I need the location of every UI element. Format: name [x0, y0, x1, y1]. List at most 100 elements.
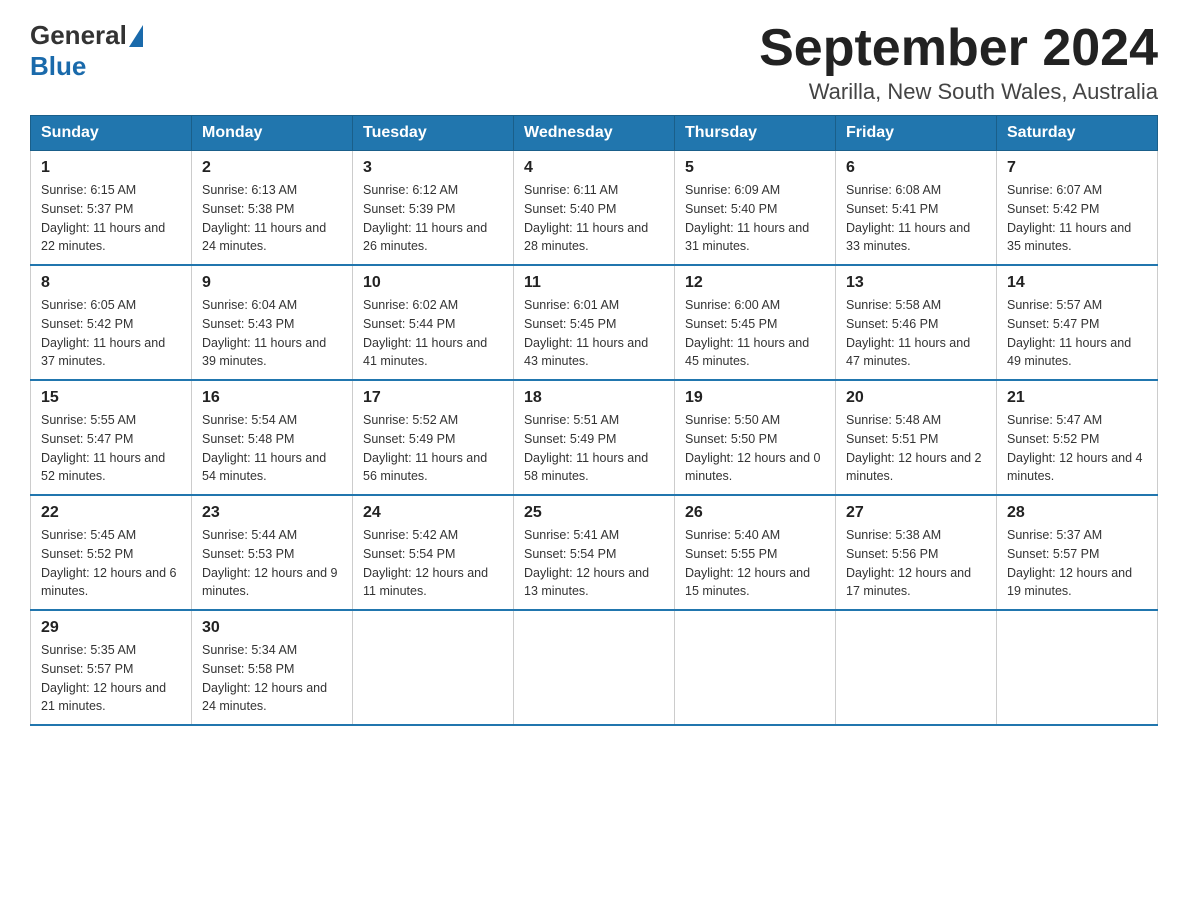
day-info: Sunrise: 6:07 AMSunset: 5:42 PMDaylight:…: [1007, 183, 1131, 253]
day-number: 4: [524, 159, 664, 177]
calendar-cell: [514, 610, 675, 725]
calendar-cell: 6 Sunrise: 6:08 AMSunset: 5:41 PMDayligh…: [836, 151, 997, 266]
day-number: 5: [685, 159, 825, 177]
day-info: Sunrise: 6:05 AMSunset: 5:42 PMDaylight:…: [41, 298, 165, 368]
day-info: Sunrise: 6:15 AMSunset: 5:37 PMDaylight:…: [41, 183, 165, 253]
calendar-cell: 25 Sunrise: 5:41 AMSunset: 5:54 PMDaylig…: [514, 495, 675, 610]
calendar-cell: 23 Sunrise: 5:44 AMSunset: 5:53 PMDaylig…: [192, 495, 353, 610]
day-info: Sunrise: 5:57 AMSunset: 5:47 PMDaylight:…: [1007, 298, 1131, 368]
day-header-thursday: Thursday: [675, 116, 836, 151]
day-info: Sunrise: 5:55 AMSunset: 5:47 PMDaylight:…: [41, 413, 165, 483]
day-info: Sunrise: 5:51 AMSunset: 5:49 PMDaylight:…: [524, 413, 648, 483]
logo-area: General Blue: [30, 20, 143, 82]
calendar-cell: 29 Sunrise: 5:35 AMSunset: 5:57 PMDaylig…: [31, 610, 192, 725]
day-number: 13: [846, 274, 986, 292]
calendar-cell: 2 Sunrise: 6:13 AMSunset: 5:38 PMDayligh…: [192, 151, 353, 266]
calendar-cell: 7 Sunrise: 6:07 AMSunset: 5:42 PMDayligh…: [997, 151, 1158, 266]
calendar-cell: 5 Sunrise: 6:09 AMSunset: 5:40 PMDayligh…: [675, 151, 836, 266]
day-number: 12: [685, 274, 825, 292]
day-number: 15: [41, 389, 181, 407]
page-header: General Blue September 2024 Warilla, New…: [30, 20, 1158, 105]
day-number: 21: [1007, 389, 1147, 407]
calendar-cell: 11 Sunrise: 6:01 AMSunset: 5:45 PMDaylig…: [514, 265, 675, 380]
day-number: 22: [41, 504, 181, 522]
day-number: 28: [1007, 504, 1147, 522]
day-info: Sunrise: 5:35 AMSunset: 5:57 PMDaylight:…: [41, 643, 166, 713]
day-number: 30: [202, 619, 342, 637]
calendar-cell: [675, 610, 836, 725]
calendar-body: 1 Sunrise: 6:15 AMSunset: 5:37 PMDayligh…: [31, 151, 1158, 726]
day-info: Sunrise: 5:52 AMSunset: 5:49 PMDaylight:…: [363, 413, 487, 483]
day-number: 25: [524, 504, 664, 522]
day-number: 27: [846, 504, 986, 522]
calendar-cell: 8 Sunrise: 6:05 AMSunset: 5:42 PMDayligh…: [31, 265, 192, 380]
calendar-table: SundayMondayTuesdayWednesdayThursdayFrid…: [30, 115, 1158, 726]
calendar-cell: 12 Sunrise: 6:00 AMSunset: 5:45 PMDaylig…: [675, 265, 836, 380]
day-number: 6: [846, 159, 986, 177]
calendar-cell: 10 Sunrise: 6:02 AMSunset: 5:44 PMDaylig…: [353, 265, 514, 380]
calendar-cell: 3 Sunrise: 6:12 AMSunset: 5:39 PMDayligh…: [353, 151, 514, 266]
day-header-sunday: Sunday: [31, 116, 192, 151]
day-info: Sunrise: 6:02 AMSunset: 5:44 PMDaylight:…: [363, 298, 487, 368]
calendar-cell: 16 Sunrise: 5:54 AMSunset: 5:48 PMDaylig…: [192, 380, 353, 495]
calendar-cell: 1 Sunrise: 6:15 AMSunset: 5:37 PMDayligh…: [31, 151, 192, 266]
day-info: Sunrise: 5:44 AMSunset: 5:53 PMDaylight:…: [202, 528, 338, 598]
day-info: Sunrise: 6:12 AMSunset: 5:39 PMDaylight:…: [363, 183, 487, 253]
calendar-week-2: 8 Sunrise: 6:05 AMSunset: 5:42 PMDayligh…: [31, 265, 1158, 380]
location: Warilla, New South Wales, Australia: [759, 79, 1158, 105]
day-number: 2: [202, 159, 342, 177]
day-info: Sunrise: 6:01 AMSunset: 5:45 PMDaylight:…: [524, 298, 648, 368]
day-info: Sunrise: 5:48 AMSunset: 5:51 PMDaylight:…: [846, 413, 982, 483]
day-number: 16: [202, 389, 342, 407]
day-info: Sunrise: 5:45 AMSunset: 5:52 PMDaylight:…: [41, 528, 177, 598]
calendar-cell: [353, 610, 514, 725]
day-info: Sunrise: 6:13 AMSunset: 5:38 PMDaylight:…: [202, 183, 326, 253]
calendar-cell: 14 Sunrise: 5:57 AMSunset: 5:47 PMDaylig…: [997, 265, 1158, 380]
day-info: Sunrise: 5:50 AMSunset: 5:50 PMDaylight:…: [685, 413, 821, 483]
day-info: Sunrise: 5:41 AMSunset: 5:54 PMDaylight:…: [524, 528, 649, 598]
calendar-cell: 19 Sunrise: 5:50 AMSunset: 5:50 PMDaylig…: [675, 380, 836, 495]
calendar-cell: 17 Sunrise: 5:52 AMSunset: 5:49 PMDaylig…: [353, 380, 514, 495]
day-number: 11: [524, 274, 664, 292]
calendar-cell: 15 Sunrise: 5:55 AMSunset: 5:47 PMDaylig…: [31, 380, 192, 495]
day-number: 26: [685, 504, 825, 522]
logo-blue-text: Blue: [30, 51, 86, 82]
day-number: 18: [524, 389, 664, 407]
calendar-week-4: 22 Sunrise: 5:45 AMSunset: 5:52 PMDaylig…: [31, 495, 1158, 610]
calendar-cell: 4 Sunrise: 6:11 AMSunset: 5:40 PMDayligh…: [514, 151, 675, 266]
calendar-cell: 26 Sunrise: 5:40 AMSunset: 5:55 PMDaylig…: [675, 495, 836, 610]
day-header-tuesday: Tuesday: [353, 116, 514, 151]
day-header-wednesday: Wednesday: [514, 116, 675, 151]
day-info: Sunrise: 6:00 AMSunset: 5:45 PMDaylight:…: [685, 298, 809, 368]
day-header-saturday: Saturday: [997, 116, 1158, 151]
logo: General: [30, 20, 143, 51]
day-number: 3: [363, 159, 503, 177]
logo-triangle-icon: [129, 25, 143, 47]
calendar-cell: 27 Sunrise: 5:38 AMSunset: 5:56 PMDaylig…: [836, 495, 997, 610]
day-info: Sunrise: 6:11 AMSunset: 5:40 PMDaylight:…: [524, 183, 648, 253]
day-info: Sunrise: 6:09 AMSunset: 5:40 PMDaylight:…: [685, 183, 809, 253]
calendar-week-1: 1 Sunrise: 6:15 AMSunset: 5:37 PMDayligh…: [31, 151, 1158, 266]
calendar-cell: [997, 610, 1158, 725]
day-info: Sunrise: 6:04 AMSunset: 5:43 PMDaylight:…: [202, 298, 326, 368]
calendar-cell: 18 Sunrise: 5:51 AMSunset: 5:49 PMDaylig…: [514, 380, 675, 495]
day-number: 9: [202, 274, 342, 292]
day-info: Sunrise: 5:47 AMSunset: 5:52 PMDaylight:…: [1007, 413, 1143, 483]
day-number: 1: [41, 159, 181, 177]
calendar-cell: 22 Sunrise: 5:45 AMSunset: 5:52 PMDaylig…: [31, 495, 192, 610]
day-number: 17: [363, 389, 503, 407]
calendar-cell: 20 Sunrise: 5:48 AMSunset: 5:51 PMDaylig…: [836, 380, 997, 495]
day-info: Sunrise: 5:37 AMSunset: 5:57 PMDaylight:…: [1007, 528, 1132, 598]
calendar-week-5: 29 Sunrise: 5:35 AMSunset: 5:57 PMDaylig…: [31, 610, 1158, 725]
day-number: 20: [846, 389, 986, 407]
day-number: 10: [363, 274, 503, 292]
day-info: Sunrise: 5:42 AMSunset: 5:54 PMDaylight:…: [363, 528, 488, 598]
calendar-cell: 24 Sunrise: 5:42 AMSunset: 5:54 PMDaylig…: [353, 495, 514, 610]
day-number: 23: [202, 504, 342, 522]
calendar-cell: 13 Sunrise: 5:58 AMSunset: 5:46 PMDaylig…: [836, 265, 997, 380]
logo-general-text: General: [30, 20, 127, 51]
day-info: Sunrise: 5:38 AMSunset: 5:56 PMDaylight:…: [846, 528, 971, 598]
day-number: 8: [41, 274, 181, 292]
day-info: Sunrise: 5:34 AMSunset: 5:58 PMDaylight:…: [202, 643, 327, 713]
day-info: Sunrise: 5:54 AMSunset: 5:48 PMDaylight:…: [202, 413, 326, 483]
